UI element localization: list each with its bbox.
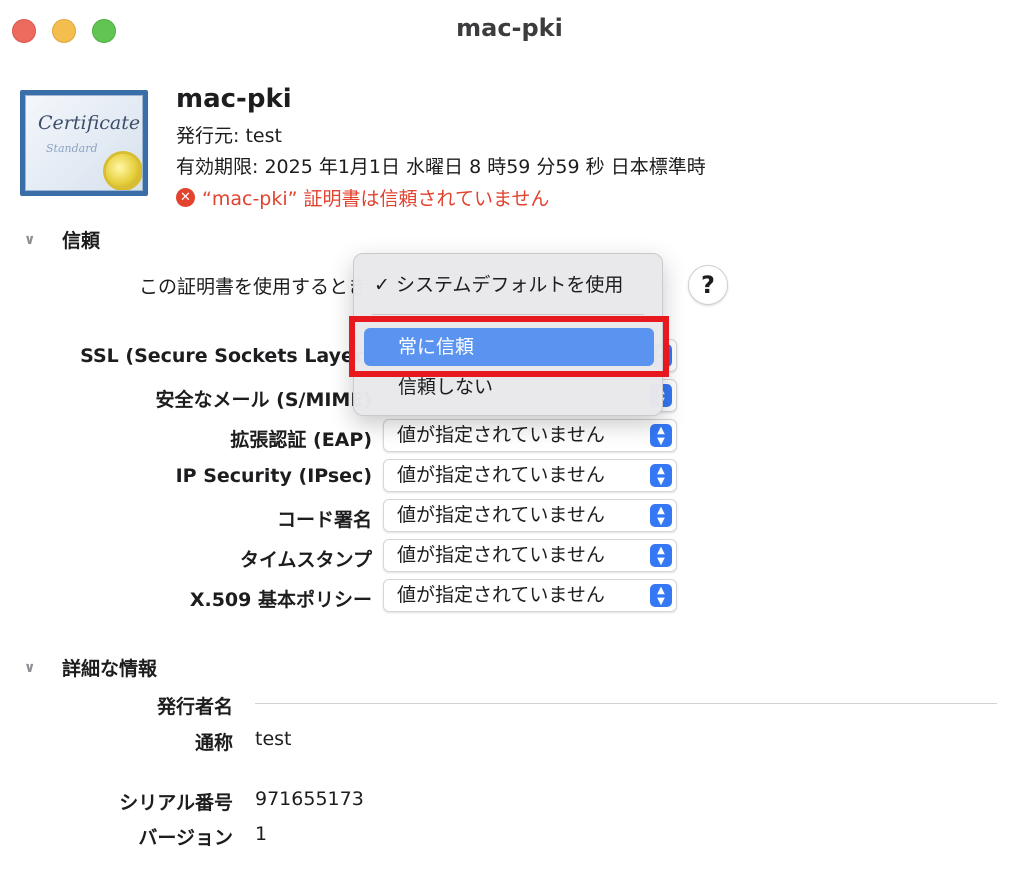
trust-section-heading: 信頼 [62, 230, 101, 252]
chevron-down-icon: ∨ [24, 231, 36, 248]
x-circle-icon: ✕ [176, 188, 195, 207]
details-section-heading: 詳細な情報 [62, 658, 158, 680]
timestamp-label: タイムスタンプ [239, 549, 372, 571]
updown-arrow-icon: ▲▼ [650, 424, 672, 447]
details-section-toggle[interactable]: ∨ 詳細な情報 [24, 654, 157, 681]
certificate-window: mac-pki Certificate Standard mac-pki 発行元… [0, 0, 1019, 874]
common-name-value: test [255, 728, 292, 750]
certificate-icon-subtext: Standard [46, 142, 98, 155]
smime-label: 安全なメール (S/MIME) [155, 389, 372, 411]
chevron-down-icon: ∨ [24, 659, 36, 676]
certificate-trust-error: ✕ “mac-pki” 証明書は信頼されていません [176, 184, 549, 211]
when-using-label: この証明書を使用するとき [138, 276, 367, 298]
eap-popup[interactable]: 値が指定されていません ▲ ▼ [383, 419, 677, 452]
code-signing-label: コード署名 [276, 509, 372, 531]
divider [255, 703, 997, 704]
certificate-error-text: “mac-pki” 証明書は信頼されていません [202, 188, 550, 210]
eap-label: 拡張認証 (EAP) [230, 429, 372, 451]
updown-arrow-icon: ▲▼ [650, 544, 672, 567]
ipsec-label: IP Security (IPsec) [175, 465, 372, 487]
version-value: 1 [255, 823, 268, 845]
certificate-issuer: 発行元: test [176, 125, 282, 147]
x509-policy-popup[interactable]: 値が指定されていません ▲ ▼ [383, 579, 677, 612]
timestamp-popup[interactable]: 値が指定されていません ▲ ▼ [383, 539, 677, 572]
common-name-label: 通称 [194, 732, 233, 754]
issuer-name-label: 発行者名 [156, 696, 233, 718]
version-label: バージョン [138, 827, 233, 849]
x509-policy-label: X.509 基本ポリシー [189, 589, 372, 611]
certificate-expiry: 有効期限: 2025 年1月1日 水曜日 8 時59 分59 秒 日本標準時 [176, 156, 706, 178]
trust-section-toggle[interactable]: ∨ 信頼 [24, 226, 100, 253]
checkmark-icon: ✓ [374, 274, 390, 296]
serial-number-label: シリアル番号 [119, 792, 233, 814]
certificate-icon: Certificate Standard [20, 90, 148, 196]
updown-arrow-icon: ▲▼ [650, 504, 672, 527]
updown-arrow-icon: ▲▼ [650, 584, 672, 607]
ssl-label: SSL (Secure Sockets Layer) [80, 345, 372, 367]
seal-icon [106, 154, 140, 188]
serial-number-value: 971655173 [255, 788, 364, 810]
annotation-highlight-box [349, 316, 669, 377]
menu-separator [372, 314, 644, 315]
updown-arrow-icon: ▲▼ [650, 464, 672, 487]
help-button[interactable]: ? [688, 265, 728, 305]
ipsec-popup[interactable]: 値が指定されていません ▲ ▼ [383, 459, 677, 492]
certificate-name: mac-pki [176, 84, 292, 114]
code-signing-popup[interactable]: 値が指定されていません ▲ ▼ [383, 499, 677, 532]
titlebar: mac-pki [0, 0, 1019, 58]
menu-item-use-system-default[interactable]: ✓ システムデフォルトを使用 [364, 266, 654, 304]
window-title: mac-pki [456, 14, 563, 42]
certificate-icon-text: Certificate [38, 112, 141, 134]
